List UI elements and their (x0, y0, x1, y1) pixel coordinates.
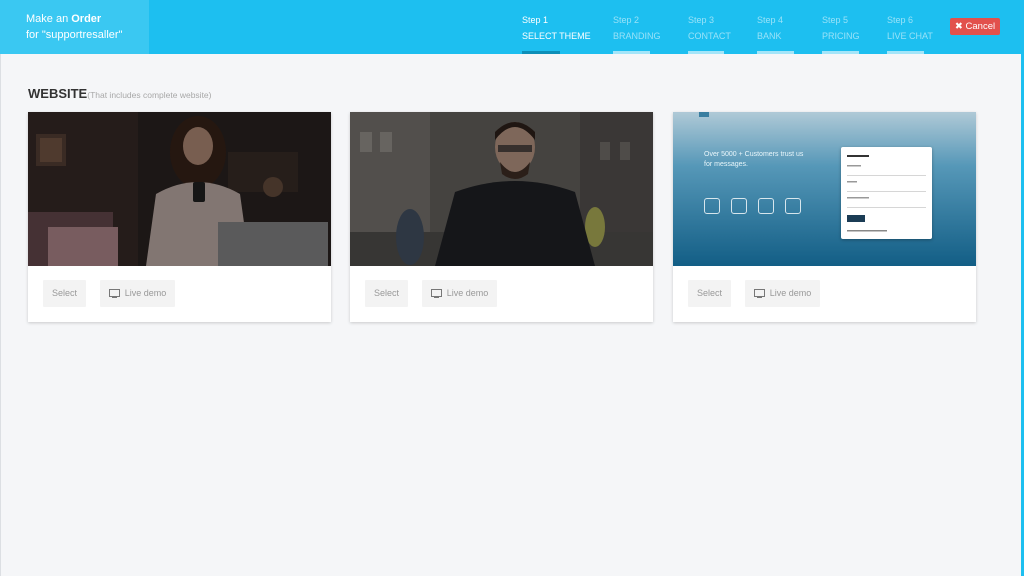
top-header: Make an Order for "supportresaller" Step… (0, 0, 1024, 54)
step-number: Step 2 (613, 15, 640, 25)
select-button[interactable]: Select (43, 280, 86, 307)
section-subtitle: (That includes complete website) (87, 90, 212, 100)
step-6[interactable]: Step 6 LIVE CHAT (887, 12, 933, 54)
step-number: Step 5 (822, 15, 849, 25)
step-label: BANK (757, 31, 782, 41)
step-1[interactable]: Step 1 SELECT THEME (522, 12, 591, 54)
close-icon: ✖ (954, 21, 963, 32)
step-label: PRICING (822, 31, 860, 41)
step-2[interactable]: Step 2 BRANDING (613, 12, 661, 54)
live-demo-button[interactable]: Live demo (422, 280, 497, 307)
cancel-label: Cancel (965, 21, 996, 32)
step-number: Step 4 (757, 15, 784, 25)
step-label: SELECT THEME (522, 31, 591, 41)
order-subtitle: for "supportresaller" (26, 29, 123, 41)
step-indicator-bar (688, 51, 724, 54)
theme-thumbnail-login-page: Over 5000 + Customers trust us for messa… (673, 112, 976, 266)
step-indicator-bar (757, 51, 794, 54)
live-demo-label: Live demo (769, 288, 812, 298)
theme-card-3: Over 5000 + Customers trust us for messa… (673, 112, 976, 322)
step-label: BRANDING (613, 31, 661, 41)
step-4[interactable]: Step 4 BANK (757, 12, 794, 54)
feature-icon (731, 198, 747, 214)
theme-thumbnail-woman-with-phone (28, 112, 331, 266)
order-title-prefix: Make an (26, 13, 72, 25)
live-demo-label: Live demo (446, 288, 489, 298)
feature-icon (704, 198, 720, 214)
live-demo-label: Live demo (124, 288, 167, 298)
step-indicator-bar (887, 51, 924, 54)
thumbnail-headline: Over 5000 + Customers trust us for messa… (704, 150, 803, 170)
left-border (0, 54, 1, 576)
theme-thumbnail-man-with-phone (350, 112, 653, 266)
monitor-icon (108, 288, 120, 298)
thumbnail-headline-line-1: Over 5000 + Customers trust us (704, 151, 804, 158)
feature-icon (785, 198, 801, 214)
step-3[interactable]: Step 3 CONTACT (688, 12, 731, 54)
live-demo-button[interactable]: Live demo (745, 280, 820, 307)
step-label: LIVE CHAT (887, 31, 933, 41)
step-indicator-bar (613, 51, 650, 54)
cancel-button[interactable]: ✖ Cancel (950, 18, 1000, 35)
order-title-line: Make an Order (26, 11, 149, 27)
live-demo-button[interactable]: Live demo (100, 280, 175, 307)
step-number: Step 6 (887, 15, 914, 25)
step-indicator-bar (522, 51, 560, 54)
select-button[interactable]: Select (365, 280, 408, 307)
theme-card-2: Select Live demo (350, 112, 653, 322)
monitor-icon (430, 288, 442, 298)
step-5[interactable]: Step 5 PRICING (822, 12, 860, 54)
login-form-preview (841, 147, 932, 239)
step-number: Step 1 (522, 15, 549, 25)
theme-card-1: Select Live demo (28, 112, 331, 322)
select-button[interactable]: Select (688, 280, 731, 307)
thumbnail-headline-line-2: for messages. (704, 161, 748, 168)
monitor-icon (753, 288, 765, 298)
step-number: Step 3 (688, 15, 715, 25)
order-heading: Make an Order for "supportresaller" (0, 0, 149, 54)
feature-icon (758, 198, 774, 214)
step-label: CONTACT (688, 31, 731, 41)
step-indicator-bar (822, 51, 859, 54)
order-title-bold: Order (71, 13, 102, 25)
section-heading: WEBSITE(That includes complete website) (28, 86, 212, 101)
section-title: WEBSITE (28, 86, 88, 101)
